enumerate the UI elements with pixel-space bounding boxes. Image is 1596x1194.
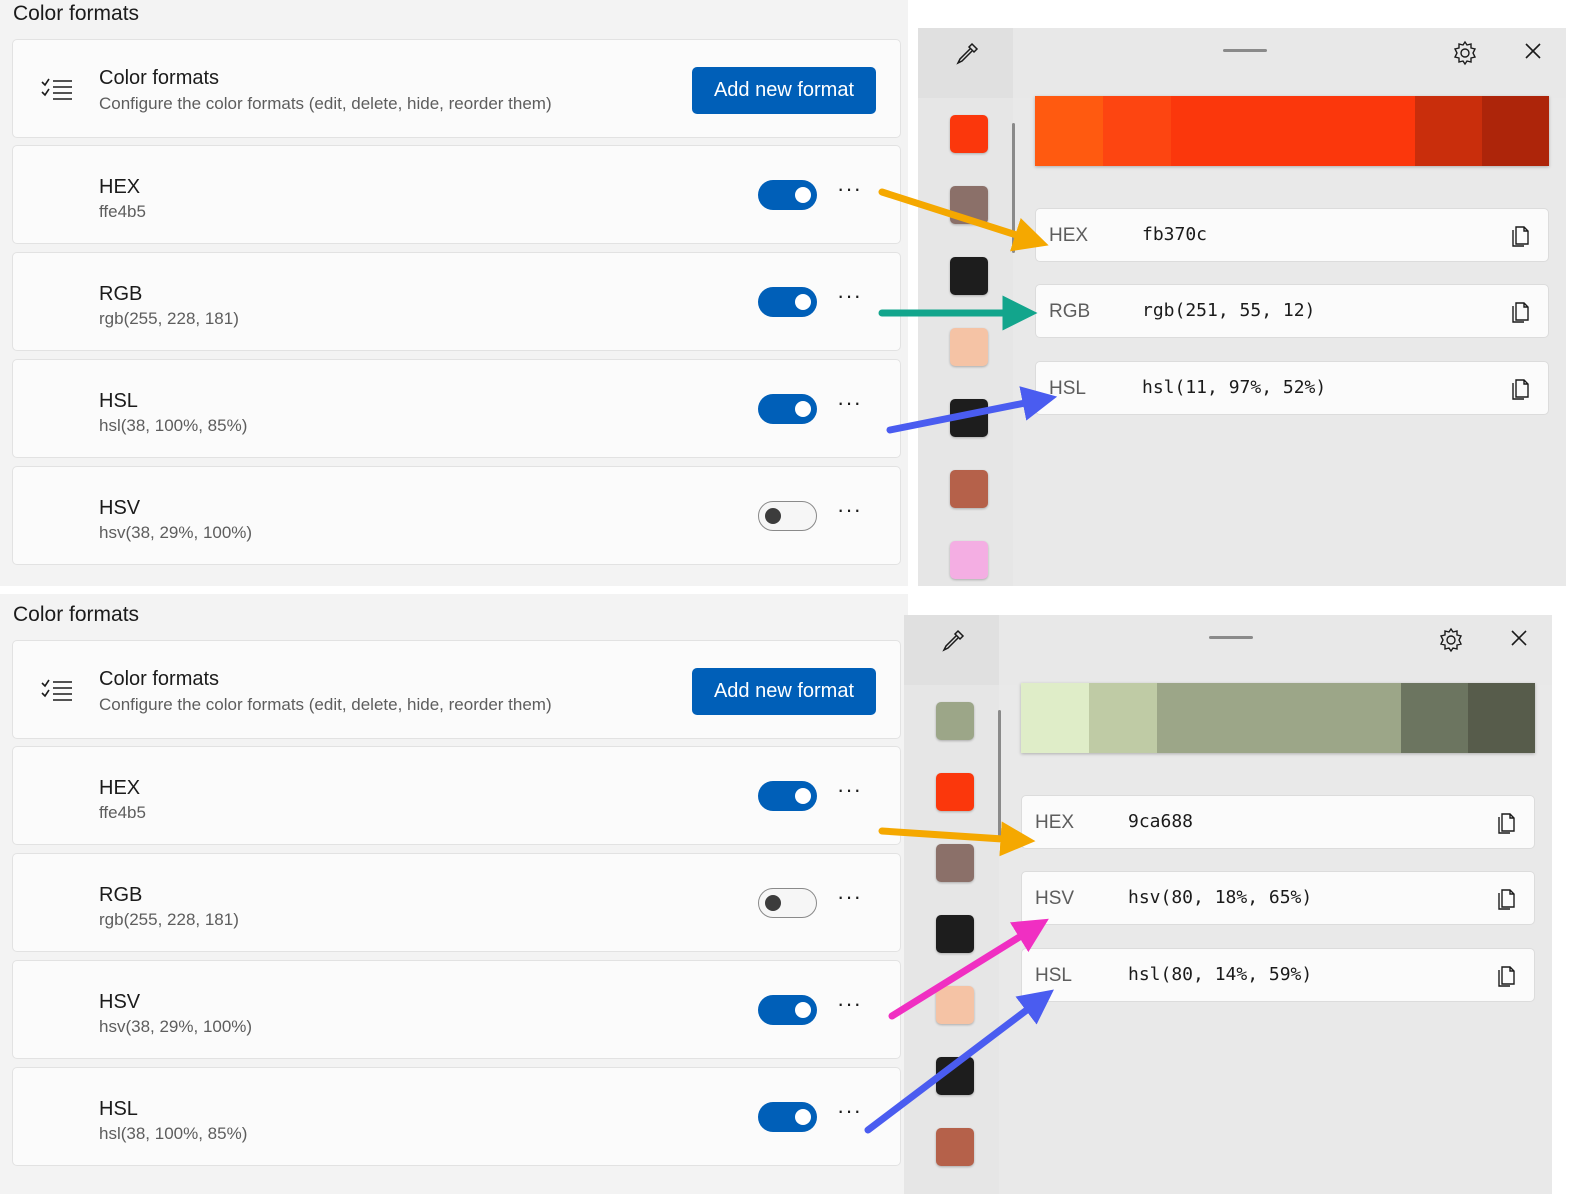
annotation-arrows bbox=[864, 188, 1058, 1134]
arrow-hex-bottom bbox=[878, 821, 1036, 857]
arrow-hsv-bottom bbox=[888, 918, 1049, 1020]
arrow-hex-top bbox=[878, 188, 1049, 252]
arrow-hsl-top bbox=[886, 386, 1058, 434]
arrow-hsl-bottom bbox=[864, 989, 1054, 1134]
